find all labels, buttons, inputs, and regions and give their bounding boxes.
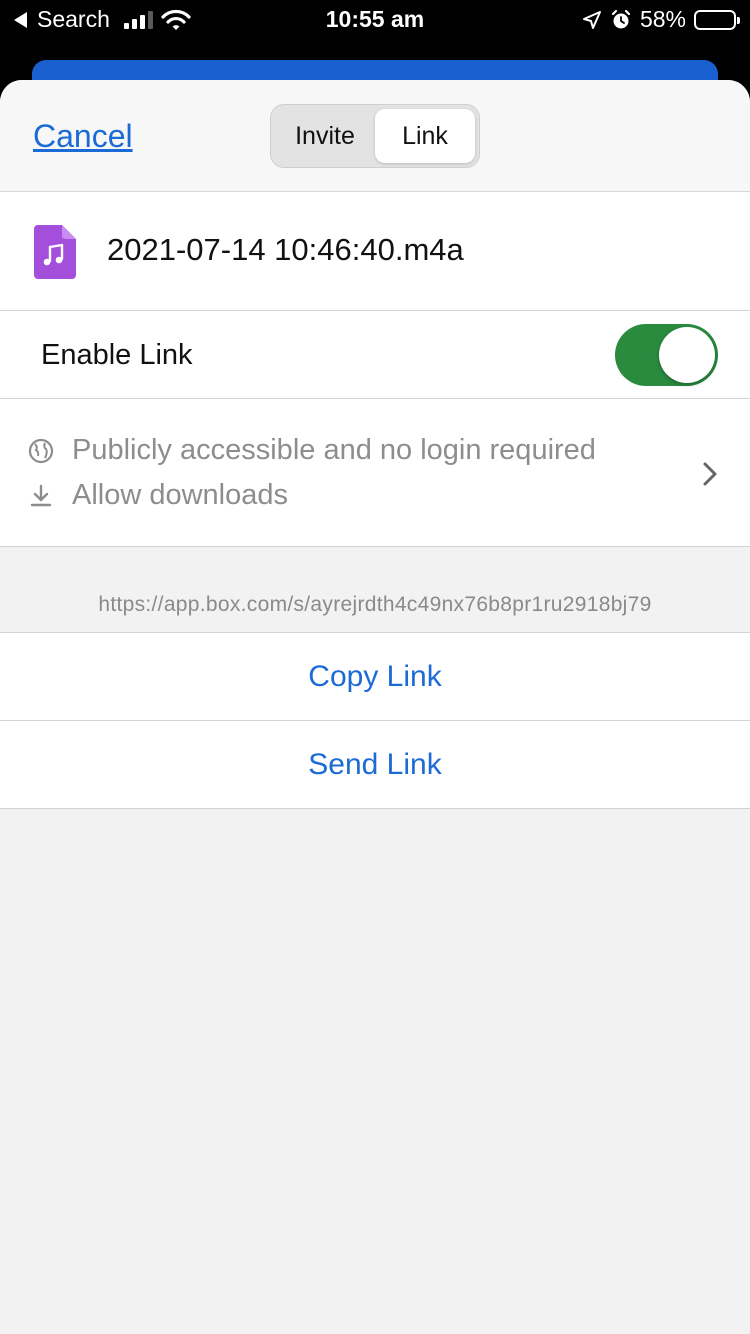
tab-invite[interactable]: Invite bbox=[275, 109, 375, 163]
status-bar: Search 10:55 am 58% bbox=[0, 0, 750, 42]
battery-percent: 58% bbox=[639, 6, 686, 32]
battery-icon bbox=[694, 9, 740, 30]
cancel-button[interactable]: Cancel bbox=[33, 118, 133, 155]
enable-link-toggle[interactable] bbox=[615, 324, 718, 386]
download-icon bbox=[30, 484, 52, 506]
toggle-knob bbox=[659, 327, 715, 383]
link-access-settings-row[interactable]: Publicly accessible and no login require… bbox=[0, 399, 750, 547]
music-file-icon bbox=[34, 225, 76, 279]
send-link-button[interactable]: Send Link bbox=[0, 721, 750, 809]
alarm-icon bbox=[611, 9, 631, 28]
sheet-header: Cancel Invite Link bbox=[0, 80, 750, 192]
shared-url-area: https://app.box.com/s/ayrejrdth4c49nx76b… bbox=[0, 547, 750, 633]
file-name: 2021-07-14 10:46:40.m4a bbox=[107, 232, 464, 267]
chevron-right-icon bbox=[703, 462, 717, 486]
shared-link-url: https://app.box.com/s/ayrejrdth4c49nx76b… bbox=[98, 593, 652, 616]
globe-icon bbox=[28, 438, 54, 463]
copy-link-button[interactable]: Copy Link bbox=[0, 633, 750, 721]
file-info-row: 2021-07-14 10:46:40.m4a bbox=[0, 192, 750, 311]
enable-link-label: Enable Link bbox=[41, 339, 193, 371]
access-level-line: Publicly accessible and no login require… bbox=[28, 434, 596, 467]
location-arrow-icon bbox=[582, 10, 601, 29]
download-permission-line: Allow downloads bbox=[28, 479, 288, 512]
tab-link[interactable]: Link bbox=[375, 109, 475, 163]
wifi-icon bbox=[161, 9, 191, 30]
back-to-app[interactable]: Search bbox=[14, 6, 191, 33]
enable-link-row: Enable Link bbox=[0, 311, 750, 399]
invite-link-segmented-control: Invite Link bbox=[270, 104, 480, 168]
cellular-signal-icon bbox=[123, 10, 153, 29]
access-level-text: Publicly accessible and no login require… bbox=[72, 434, 596, 466]
share-sheet: Cancel Invite Link 2021-07-14 10:46:40.m… bbox=[0, 80, 750, 1334]
back-app-label: Search bbox=[37, 6, 110, 32]
back-arrow-icon bbox=[14, 11, 27, 28]
download-permission-text: Allow downloads bbox=[72, 479, 289, 511]
